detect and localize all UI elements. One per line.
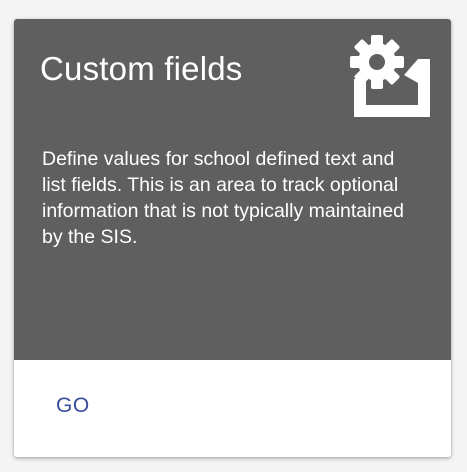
custom-fields-card: Custom fields Define values for school d… xyxy=(14,19,451,457)
card-description: Define values for school defined text an… xyxy=(42,148,405,248)
go-button[interactable]: GO xyxy=(42,388,104,424)
settings-applications-icon xyxy=(350,35,430,117)
card-title: Custom fields xyxy=(40,50,243,87)
card-actions: GO xyxy=(14,360,451,457)
card-header: Custom fields Define values for school d… xyxy=(14,19,451,360)
